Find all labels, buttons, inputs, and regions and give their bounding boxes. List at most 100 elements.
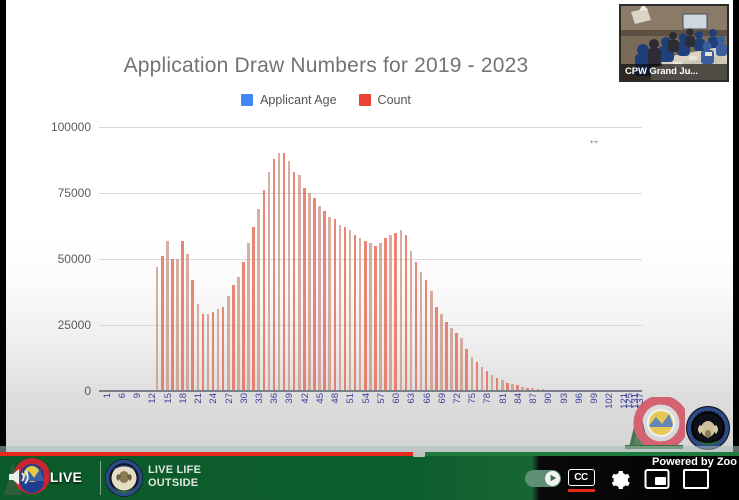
bar[interactable] [267, 171, 271, 391]
play-icon [550, 474, 556, 482]
bar[interactable] [216, 309, 220, 391]
bar[interactable] [450, 327, 453, 391]
bar[interactable] [272, 158, 276, 391]
self-view-thumbnail[interactable]: CPW Grand Ju... [619, 4, 729, 82]
bar[interactable] [348, 229, 352, 391]
bar[interactable] [414, 261, 418, 391]
bar[interactable] [353, 235, 357, 391]
bar[interactable] [211, 311, 215, 391]
bar[interactable] [460, 338, 463, 391]
bar[interactable] [308, 193, 311, 391]
bar[interactable] [171, 259, 174, 391]
bar[interactable] [409, 251, 413, 391]
bar[interactable] [282, 153, 286, 391]
y-axis-tick-label: 75000 [57, 186, 91, 200]
settings-button[interactable] [607, 467, 633, 493]
bar[interactable] [389, 235, 392, 391]
bar[interactable] [257, 208, 260, 391]
bar[interactable] [226, 295, 230, 391]
player-controls-bar[interactable]: LIVE LIVE LIFE OUTSIDE CC Powered by Zoo [0, 446, 739, 500]
bar[interactable] [303, 187, 306, 391]
bar[interactable] [429, 290, 433, 391]
video-player[interactable]: Application Draw Numbers for 2019 - 2023… [0, 0, 739, 500]
x-axis-tick-label: 75 [467, 393, 479, 404]
bar[interactable] [323, 211, 326, 391]
progress-bar-fill [0, 452, 414, 456]
x-axis-tick-label: 87 [528, 393, 540, 404]
gridline [99, 193, 642, 194]
chart-title: Application Draw Numbers for 2019 - 2023 [123, 54, 529, 77]
toolbar-divider [100, 461, 101, 495]
bar[interactable] [262, 190, 266, 391]
bar[interactable] [399, 229, 403, 391]
volume-icon[interactable] [6, 466, 30, 488]
shared-screen-slide[interactable]: Application Draw Numbers for 2019 - 2023… [6, 0, 733, 455]
bar[interactable] [206, 314, 210, 391]
progress-bar-track[interactable] [0, 451, 739, 457]
bar[interactable] [490, 375, 494, 391]
bar[interactable] [480, 367, 484, 391]
brand-line-1: LIVE LIFE [148, 464, 202, 476]
bar[interactable] [318, 206, 321, 391]
bar[interactable] [161, 256, 164, 391]
column-resize-cursor: ↔ [587, 132, 601, 147]
bar[interactable] [277, 153, 281, 391]
bar[interactable] [419, 272, 423, 391]
bar[interactable] [155, 266, 159, 391]
cc-label: CC [567, 468, 595, 486]
bar[interactable] [166, 240, 169, 391]
bar[interactable] [298, 174, 301, 391]
bar[interactable] [440, 314, 443, 391]
cpw-seal-icon [105, 459, 143, 497]
legend-item-count[interactable]: Count [358, 93, 411, 107]
bar[interactable] [333, 219, 337, 391]
bar[interactable] [247, 243, 250, 391]
bar[interactable] [242, 261, 245, 391]
bar[interactable] [435, 306, 438, 391]
bar[interactable] [221, 306, 225, 391]
bar[interactable] [374, 245, 377, 391]
bar[interactable] [465, 348, 469, 391]
bar[interactable] [343, 227, 347, 391]
x-axis-tick-label: 6 [117, 393, 128, 399]
x-axis-tick-label: 69 [436, 393, 448, 404]
bar[interactable] [404, 235, 408, 391]
closed-captions-button[interactable]: CC [566, 467, 596, 493]
bar[interactable] [424, 280, 428, 391]
bar[interactable] [181, 240, 184, 391]
bar[interactable] [369, 243, 372, 391]
y-axis: 0 25000 50000 75000 100000 [6, 120, 91, 398]
bar[interactable] [292, 171, 296, 391]
bar[interactable] [470, 356, 474, 391]
bar[interactable] [252, 227, 255, 391]
bar[interactable] [379, 243, 382, 391]
bar[interactable] [287, 161, 291, 391]
bar[interactable] [237, 277, 240, 391]
autoplay-toggle[interactable] [524, 469, 562, 487]
bar[interactable] [475, 361, 479, 391]
bar[interactable] [358, 237, 362, 391]
y-axis-tick-label: 25000 [57, 318, 91, 332]
bar[interactable] [328, 216, 331, 391]
bar[interactable] [191, 280, 194, 391]
bar[interactable] [394, 232, 397, 391]
x-axis-tick-label: 54 [360, 393, 372, 404]
bar[interactable] [232, 285, 235, 391]
bar[interactable] [338, 224, 342, 391]
bar[interactable] [364, 240, 367, 391]
bar[interactable] [313, 198, 316, 391]
bar[interactable] [196, 303, 200, 391]
progress-bar-handle[interactable] [412, 451, 425, 457]
fullscreen-icon [683, 469, 709, 489]
bar[interactable] [176, 259, 179, 391]
bar[interactable] [445, 322, 448, 391]
miniplayer-button[interactable] [644, 468, 670, 490]
bar[interactable] [384, 237, 387, 391]
fullscreen-button[interactable] [682, 468, 710, 490]
x-axis-tick-label: 102 [604, 393, 616, 409]
bar[interactable] [485, 371, 489, 391]
bar[interactable] [455, 332, 458, 391]
bar[interactable] [186, 253, 189, 391]
bar[interactable] [201, 314, 205, 391]
legend-item-applicant-age[interactable]: Applicant Age [241, 93, 337, 107]
